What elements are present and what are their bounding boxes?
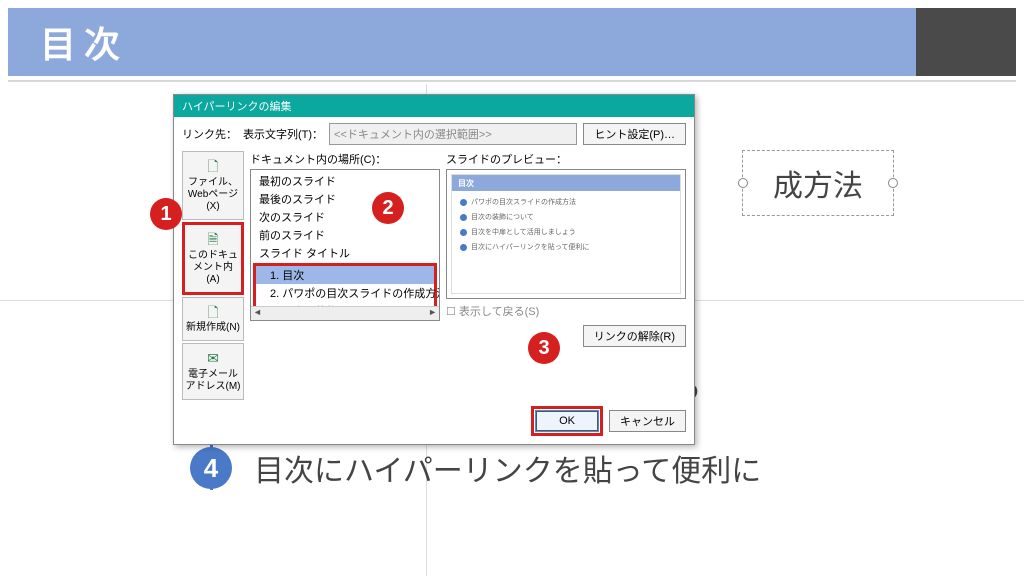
header-blue: 目次 [8, 8, 1016, 76]
tree-item[interactable]: 4. 目次を中扉として活用しましょう [256, 320, 434, 321]
page-title: 目次 [40, 16, 128, 68]
selected-text: 成方法 [773, 170, 863, 203]
selected-textbox[interactable]: 成方法 [742, 150, 894, 216]
display-label: 表示文字列(T)： [243, 126, 323, 142]
preview-col: スライドのプレビュー： 目次 パワポの目次スライドの作成方法 目次の装飾について… [446, 151, 686, 400]
tree-scrollbar[interactable]: ◄► [251, 306, 439, 320]
tree-label: ドキュメント内の場所(C)： [250, 151, 440, 167]
tab-label: 新規作成(N) [186, 322, 240, 333]
link-to-label: リンク先： [182, 126, 237, 142]
annotation-marker-1: 1 [150, 198, 182, 230]
tree-item[interactable]: 最後のスライド [253, 190, 437, 208]
scroll-left-icon[interactable]: ◄ [253, 307, 262, 320]
list-item: 4 目次にハイパーリンクを貼って便利に [190, 446, 761, 490]
dialog-body: リンク先： 表示文字列(T)： <<ドキュメント内の選択範囲>> ヒント設定(P… [174, 117, 694, 444]
ok-highlight: OK [531, 406, 603, 436]
tab-file-web[interactable]: 🗋 ファイル、Webページ(X) [182, 151, 244, 220]
tab-new-document[interactable]: 🗋 新規作成(N) [182, 297, 244, 342]
dialog-main: 🗋 ファイル、Webページ(X) 🗎 このドキュメント内(A) 🗋 新規作成(N… [182, 151, 686, 400]
tree-item[interactable]: 前のスライド [253, 226, 437, 244]
slide: 目次 成方法 3 目次を中扉として活用しましょう 4 目次にハイパーリンクを貼っ… [0, 0, 1024, 576]
remove-link-button[interactable]: リンクの解除(R) [583, 325, 686, 347]
preview-body: パワポの目次スライドの作成方法 目次の装飾について 目次を中扉として活用しましょ… [452, 191, 680, 263]
cancel-button[interactable]: キャンセル [609, 410, 686, 432]
preview-title: 目次 [458, 178, 474, 189]
mini-bullet [460, 199, 467, 206]
header-underline [8, 80, 1016, 82]
globe-icon: 🗋 [185, 158, 241, 175]
tab-label: 電子メール アドレス(M) [186, 369, 241, 392]
annotation-marker-3: 3 [528, 332, 560, 364]
header: 目次 [0, 0, 1024, 84]
item-text: 目次にハイパーリンクを貼って便利に [254, 446, 761, 490]
preview-line: 目次の装飾について [471, 212, 534, 222]
header-angle [956, 8, 1016, 76]
dialog-title: ハイパーリンクの編集 [174, 95, 694, 117]
mini-bullet [460, 229, 467, 236]
display-text-input[interactable]: <<ドキュメント内の選択範囲>> [329, 123, 577, 145]
show-return-label: 表示して戻る(S) [459, 306, 539, 318]
link-to-tabs: 🗋 ファイル、Webページ(X) 🗎 このドキュメント内(A) 🗋 新規作成(N… [182, 151, 244, 400]
tree-node-titles[interactable]: スライド タイトル [253, 244, 437, 262]
bullet-4: 4 [190, 447, 232, 489]
location-tree[interactable]: 最初のスライド 最後のスライド 次のスライド 前のスライド スライド タイトル … [250, 169, 440, 321]
new-doc-icon: 🗋 [185, 304, 241, 321]
preview-line: 目次を中扉として活用しましょう [471, 227, 576, 237]
preview-line: パワポの目次スライドの作成方法 [471, 197, 576, 207]
tab-this-document[interactable]: 🗎 このドキュメント内(A) [182, 222, 244, 295]
tree-item[interactable]: 最初のスライド [253, 172, 437, 190]
ok-button[interactable]: OK [536, 411, 598, 431]
hyperlink-dialog: ハイパーリンクの編集 リンク先： 表示文字列(T)： <<ドキュメント内の選択範… [173, 94, 695, 445]
tree-item[interactable]: 2. パワポの目次スライドの作成方法 [256, 284, 434, 302]
email-icon: ✉ [185, 350, 241, 367]
mini-bullet [460, 244, 467, 251]
tree-item-selected[interactable]: 1. 目次 [256, 266, 434, 284]
preview-line: 目次にハイパーリンクを貼って便利に [471, 242, 589, 252]
dialog-footer: OK キャンセル [182, 406, 686, 436]
tab-email[interactable]: ✉ 電子メール アドレス(M) [182, 343, 244, 400]
hint-button[interactable]: ヒント設定(P)… [583, 123, 686, 145]
slide-preview: 目次 パワポの目次スライドの作成方法 目次の装飾について 目次を中扉として活用し… [446, 169, 686, 299]
scroll-right-icon[interactable]: ► [428, 307, 437, 320]
mini-bullet [460, 214, 467, 221]
document-icon: 🗎 [187, 231, 239, 248]
preview-header: 目次 [452, 175, 680, 191]
annotation-marker-2: 2 [372, 192, 404, 224]
display-text-row: リンク先： 表示文字列(T)： <<ドキュメント内の選択範囲>> ヒント設定(P… [182, 123, 686, 145]
show-return-checkbox[interactable]: ☐ 表示して戻る(S) [446, 303, 686, 319]
tree-item[interactable]: 次のスライド [253, 208, 437, 226]
tab-label: このドキュメント内(A) [188, 250, 238, 285]
preview-slide: 目次 パワポの目次スライドの作成方法 目次の装飾について 目次を中扉として活用し… [451, 174, 681, 294]
preview-label: スライドのプレビュー： [446, 151, 686, 167]
location-tree-col: ドキュメント内の場所(C)： 最初のスライド 最後のスライド 次のスライド 前の… [250, 151, 440, 400]
tab-label: ファイル、Webページ(X) [188, 177, 238, 212]
